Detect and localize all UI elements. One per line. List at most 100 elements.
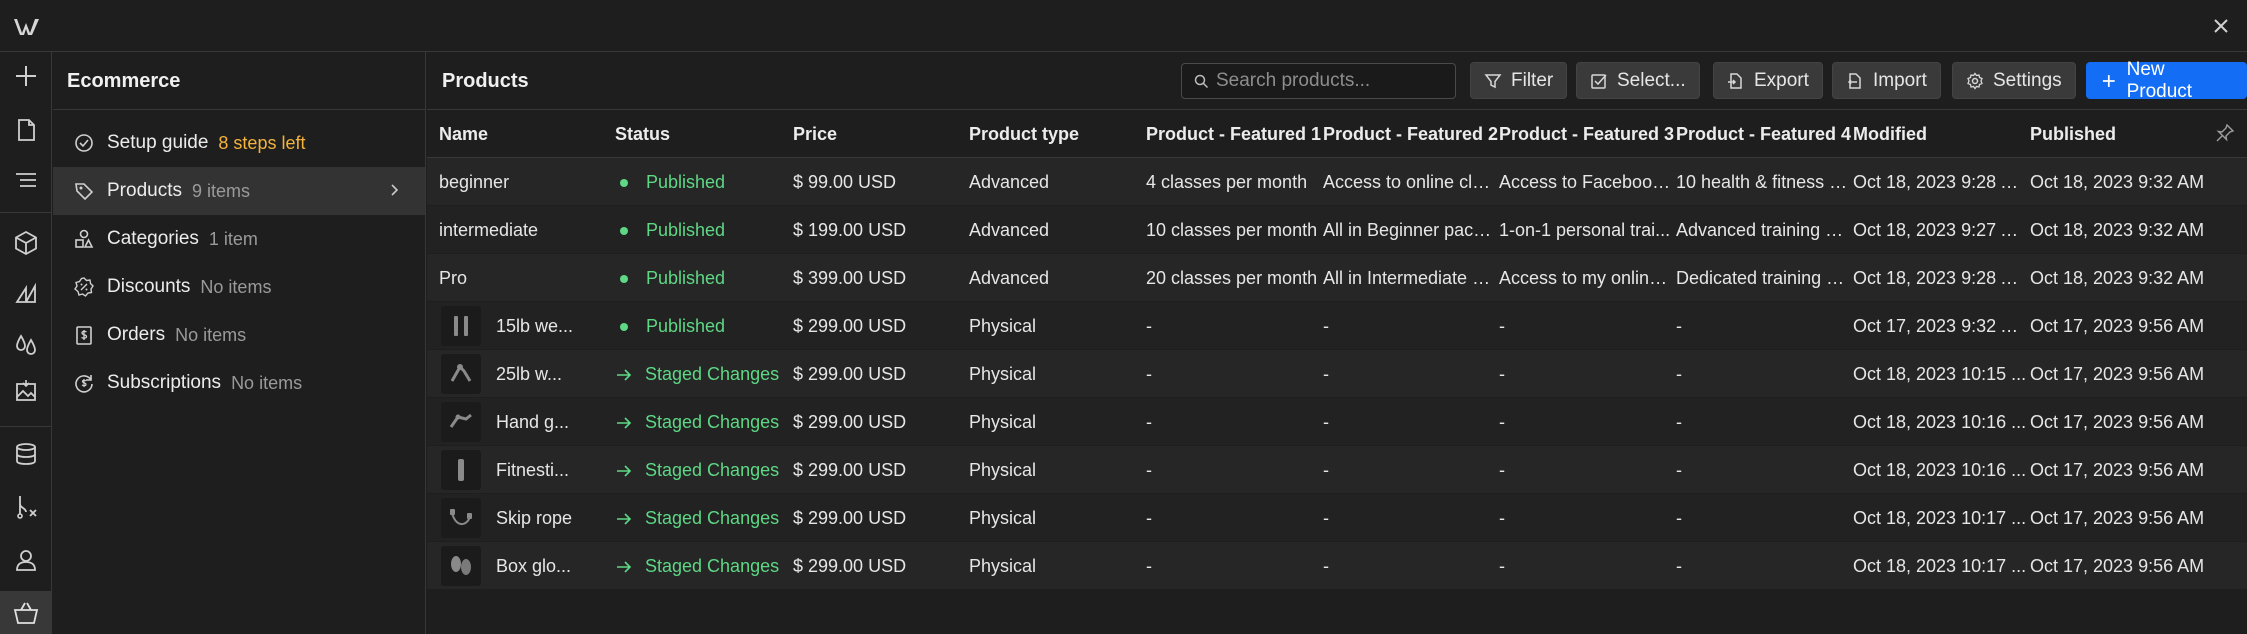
import-button[interactable]: Import — [1832, 62, 1941, 99]
cell-published: Oct 18, 2023 9:32 AM — [2030, 172, 2205, 192]
column-header-featured-2[interactable]: Product - Featured 2 — [1323, 124, 1498, 145]
column-header-featured-4[interactable]: Product - Featured 4 — [1676, 124, 1851, 145]
sidebar-item-categories[interactable]: Categories 1 item — [53, 215, 425, 263]
sidebar-item-label: Products — [107, 180, 182, 201]
cell-featured-1: - — [1146, 460, 1152, 480]
sidebar-item-setup-guide[interactable]: Setup guide 8 steps left — [53, 119, 425, 167]
cell-featured-3: Access to Facebook... — [1499, 172, 1671, 192]
pin-icon[interactable] — [2215, 123, 2235, 143]
cell-price: $ 299.00 USD — [793, 508, 907, 528]
filter-button[interactable]: Filter — [1470, 62, 1568, 99]
column-header-featured-3[interactable]: Product - Featured 3 — [1499, 124, 1674, 145]
status-badge: Staged Changes — [645, 556, 780, 576]
table-row[interactable]: Box glo... Staged Changes $ 299.00 USD P… — [427, 542, 2247, 590]
column-header-modified[interactable]: Modified — [1853, 124, 1927, 145]
cell-price: $ 299.00 USD — [793, 556, 907, 576]
column-header-product-type[interactable]: Product type — [969, 124, 1079, 145]
cell-published: Oct 17, 2023 9:56 AM — [2030, 316, 2205, 336]
select-button[interactable]: Select... — [1576, 62, 1700, 99]
table-row[interactable]: Skip rope Staged Changes $ 299.00 USD Ph… — [427, 494, 2247, 542]
cell-status: Staged Changes — [615, 412, 779, 433]
search-box[interactable] — [1181, 63, 1456, 99]
arrow-right-icon — [617, 416, 632, 429]
status-badge: Published — [646, 268, 726, 288]
users-icon[interactable] — [12, 546, 40, 574]
ecommerce-sidebar: Ecommerce Setup guide 8 steps left Produ… — [53, 52, 426, 634]
table-row[interactable]: beginner Published $ 99.00 USD Advanced … — [427, 158, 2247, 206]
page-icon[interactable] — [12, 116, 40, 144]
sidebar-item-count: No items — [200, 276, 272, 297]
cell-modified: Oct 18, 2023 9:27 AM — [1853, 220, 2027, 240]
column-header-featured-1[interactable]: Product - Featured 1 — [1146, 124, 1321, 145]
sidebar-item-subscriptions[interactable]: Subscriptions No items — [53, 359, 425, 407]
sidebar-item-products[interactable]: Products 9 items — [53, 167, 425, 215]
cell-published: Oct 17, 2023 9:56 AM — [2030, 412, 2205, 432]
bottle-icon — [458, 459, 464, 481]
cell-status: Staged Changes — [615, 460, 779, 481]
export-button[interactable]: Export — [1713, 62, 1823, 99]
new-product-button[interactable]: New Product — [2086, 59, 2247, 102]
column-header-status[interactable]: Status — [615, 124, 670, 145]
cell-featured-2: - — [1323, 556, 1329, 576]
skip-rope-icon — [450, 509, 472, 525]
cell-featured-1: - — [1146, 364, 1152, 384]
close-icon[interactable] — [2209, 14, 2233, 38]
filter-icon — [1484, 73, 1502, 88]
status-badge: Published — [646, 172, 726, 192]
shapes-icon — [73, 228, 95, 250]
cell-price: $ 299.00 USD — [793, 316, 907, 336]
products-panel: Products Filter Select... Export Import … — [427, 52, 2247, 634]
cell-featured-2: All in Beginner pack... — [1323, 220, 1495, 240]
cell-featured-3: Access to my online... — [1499, 268, 1671, 288]
search-input[interactable] — [1216, 64, 1451, 98]
table-row[interactable]: 15lb we... Published $ 299.00 USD Physic… — [427, 302, 2247, 350]
column-header-price[interactable]: Price — [793, 124, 837, 145]
components-icon[interactable] — [12, 229, 40, 257]
check-circle-icon — [73, 132, 95, 154]
table-row[interactable]: Fitnesti... Staged Changes $ 299.00 USD … — [427, 446, 2247, 494]
cell-name: Pro — [439, 268, 468, 288]
assets-icon[interactable] — [12, 378, 40, 406]
boxing-glove-icon — [451, 556, 471, 575]
cell-product-type: Physical — [969, 412, 1037, 432]
sidebar-item-label: Setup guide — [107, 132, 209, 153]
cell-modified: Oct 18, 2023 10:16 ... — [1853, 460, 2027, 480]
variables-icon[interactable] — [12, 330, 40, 358]
cell-price: $ 299.00 USD — [793, 460, 907, 480]
cell-featured-2: - — [1323, 364, 1329, 384]
cell-name: intermediate — [439, 220, 539, 240]
ecommerce-basket-icon[interactable] — [12, 599, 40, 627]
logic-icon[interactable] — [12, 492, 40, 520]
cell-published: Oct 18, 2023 9:32 AM — [2030, 268, 2205, 288]
cell-status: Staged Changes — [615, 508, 779, 529]
sidebar-item-count: 8 steps left — [218, 132, 306, 153]
cell-status: Published — [615, 268, 725, 289]
cms-icon[interactable] — [12, 440, 40, 468]
sidebar-item-discounts[interactable]: Discounts No items — [53, 263, 425, 311]
table-row[interactable]: 25lb w... Staged Changes $ 299.00 USD Ph… — [427, 350, 2247, 398]
cell-product-type: Physical — [969, 556, 1037, 576]
cell-featured-4: Advanced training h... — [1676, 220, 1848, 240]
sidebar-item-orders[interactable]: Orders No items — [53, 311, 425, 359]
table-row[interactable]: Hand g... Staged Changes $ 299.00 USD Ph… — [427, 398, 2247, 446]
column-header-published[interactable]: Published — [2030, 124, 2116, 145]
table-row[interactable]: Pro Published $ 399.00 USD Advanced 20 c… — [427, 254, 2247, 302]
published-dot-icon — [620, 178, 628, 187]
cell-published: Oct 17, 2023 9:56 AM — [2030, 508, 2205, 528]
settings-button[interactable]: Settings — [1952, 62, 2076, 99]
cell-product-type: Physical — [969, 316, 1037, 336]
webflow-logo-icon[interactable] — [12, 13, 42, 39]
column-header-name[interactable]: Name — [439, 124, 488, 145]
style-selectors-icon[interactable] — [12, 280, 40, 308]
status-badge: Published — [646, 316, 726, 336]
sidebar-item-label: Subscriptions — [107, 372, 222, 393]
navigator-icon[interactable] — [12, 166, 40, 194]
import-button-label: Import — [1873, 69, 1927, 91]
subscription-icon — [73, 372, 95, 394]
cell-modified: Oct 18, 2023 10:17 ... — [1853, 556, 2027, 576]
table-row[interactable]: intermediate Published $ 199.00 USD Adva… — [427, 206, 2247, 254]
published-dot-icon — [620, 274, 628, 283]
cell-featured-1: - — [1146, 556, 1152, 576]
checkbox-icon — [1591, 73, 1607, 89]
add-icon[interactable] — [12, 62, 40, 90]
